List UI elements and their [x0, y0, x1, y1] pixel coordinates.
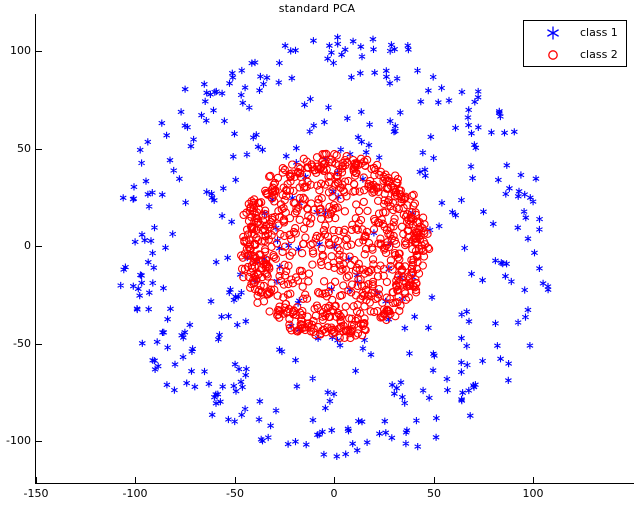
- y-tick-label: -100: [6, 434, 31, 447]
- x-tick-label: -50: [226, 487, 244, 500]
- legend-entry-class-2[interactable]: class 2: [524, 44, 628, 66]
- y-axis-line: [35, 14, 36, 484]
- legend-label-class-1: class 1: [580, 26, 618, 39]
- y-tick-mark: [36, 344, 42, 345]
- y-tick-mark: [36, 51, 42, 52]
- circle-icon: [548, 50, 558, 60]
- x-tick-mark: [36, 477, 37, 483]
- asterisk-icon: [547, 26, 559, 40]
- x-axis-line: [35, 483, 634, 484]
- x-tick-mark: [135, 477, 136, 483]
- y-tick-mark: [36, 246, 42, 247]
- y-tick-label: 0: [24, 239, 31, 252]
- y-tick-label: 100: [10, 44, 31, 57]
- legend[interactable]: class 1 class 2: [523, 20, 627, 67]
- x-tick-mark: [434, 477, 435, 483]
- x-tick-mark: [334, 477, 335, 483]
- x-tick-label: 50: [427, 487, 441, 500]
- x-tick-label: 0: [330, 487, 338, 500]
- y-tick-label: -50: [13, 337, 31, 350]
- y-tick-mark: [36, 149, 42, 150]
- y-tick-mark: [36, 441, 42, 442]
- x-tick-label: 100: [522, 487, 544, 500]
- legend-label-class-2: class 2: [580, 48, 618, 61]
- scatter-plot-area: [117, 33, 552, 460]
- x-tick-mark: [533, 477, 534, 483]
- x-tick-label: -100: [122, 487, 148, 500]
- figure-canvas: standard PCA -150 -100 -50 0 50 100 100 50 0 -50…: [0, 0, 634, 506]
- x-tick-mark: [235, 477, 236, 483]
- y-tick-label: 50: [17, 142, 31, 155]
- x-tick-label: -150: [23, 487, 49, 500]
- legend-entry-class-1[interactable]: class 1: [524, 22, 628, 44]
